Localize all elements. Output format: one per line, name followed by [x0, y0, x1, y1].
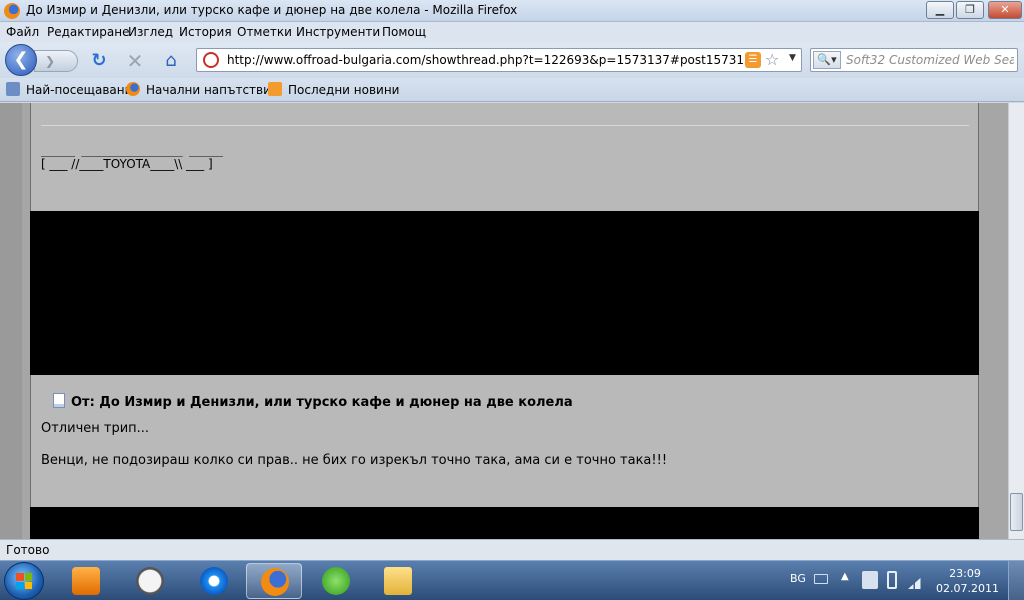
search-engine-selector[interactable]: 🔍▾ — [813, 51, 841, 69]
black-banner-area-lower — [30, 507, 979, 539]
firefox-icon — [261, 568, 289, 596]
clock-app-icon — [136, 567, 164, 595]
bookmark-label: Начални напътствия — [146, 83, 279, 97]
close-button[interactable]: ✕ — [988, 1, 1022, 19]
clock-date: 02.07.2011 — [936, 582, 999, 595]
menu-history[interactable]: История — [179, 25, 232, 39]
taskbar-firefox[interactable] — [246, 563, 302, 599]
clock-time: 23:09 — [949, 567, 981, 580]
home-button[interactable]: ⌂ — [160, 50, 182, 72]
system-clock[interactable]: 23:09 02.07.2011 — [936, 566, 999, 596]
page-content: _____ _______________ _____ [ ___ //____… — [0, 103, 1024, 539]
status-text: Готово — [6, 543, 50, 557]
menu-view[interactable]: Изглед — [128, 25, 173, 39]
page-margin-left — [0, 103, 22, 539]
windows-taskbar: BG ▲ 23:09 02.07.2011 — [0, 560, 1024, 600]
start-button[interactable] — [4, 562, 44, 600]
post-title: От: До Измир и Денизли, или турско кафе … — [53, 393, 573, 410]
language-indicator[interactable]: BG — [790, 572, 806, 585]
rss-feed-icon[interactable]: ☰ — [745, 52, 761, 68]
title-bar: До Измир и Денизли, или турско кафе и дю… — [0, 0, 1024, 22]
bookmark-label: Най-посещавани — [26, 83, 133, 97]
taskbar-explorer[interactable] — [370, 563, 426, 599]
url-history-dropdown[interactable]: ▼ — [789, 53, 796, 63]
taskbar-utorrent[interactable] — [308, 563, 364, 599]
taskbar-internet-explorer[interactable] — [186, 563, 242, 599]
network-signal-icon[interactable] — [908, 573, 926, 589]
taskbar-clock-app[interactable] — [122, 563, 178, 599]
bookmarks-icon — [6, 82, 20, 96]
stop-button[interactable]: ✕ — [124, 50, 146, 72]
windows-logo-icon — [16, 573, 32, 589]
scrollbar-thumb[interactable] — [1010, 493, 1023, 531]
rss-icon — [268, 82, 282, 96]
media-player-icon — [72, 567, 100, 595]
navigation-toolbar: ❯ ❮ ↻ ✕ ⌂ http://www.offroad-bulgaria.co… — [0, 42, 1024, 78]
black-banner-area — [30, 211, 979, 375]
signature-divider — [41, 125, 969, 126]
status-bar: Готово — [0, 539, 1024, 560]
bookmark-latest-headlines[interactable]: Последни новини — [268, 82, 399, 98]
url-bar[interactable]: http://www.offroad-bulgaria.com/showthre… — [196, 48, 802, 72]
post-text-line-1: Отличен трип... — [41, 421, 150, 436]
search-input[interactable]: Soft32 Customized Web Sear — [846, 53, 1014, 67]
explorer-folder-icon — [384, 567, 412, 595]
forward-button[interactable]: ❯ — [34, 50, 78, 72]
bookmark-most-visited[interactable]: Най-посещавани — [6, 82, 132, 98]
bookmark-getting-started[interactable]: Начални напътствия — [126, 82, 278, 98]
menu-bar: Файл Редактиране Изглед История Отметки … — [0, 22, 1024, 42]
signature-line-2: [ ___ //____TOYOTA____\\ ___ ] — [41, 157, 213, 171]
menu-edit[interactable]: Редактиране — [47, 25, 130, 39]
search-bar[interactable]: 🔍▾ Soft32 Customized Web Sear — [810, 48, 1018, 72]
bookmarks-toolbar: Най-посещавани Начални напътствия Послед… — [0, 78, 1024, 102]
bookmark-star-icon[interactable]: ☆ — [765, 50, 779, 69]
firefox-icon — [4, 3, 20, 19]
show-desktop-button[interactable] — [1008, 561, 1024, 600]
show-hidden-icons-icon[interactable]: ▲ — [841, 571, 849, 582]
action-center-icon[interactable] — [862, 571, 878, 589]
menu-bookmarks[interactable]: Отметки — [237, 25, 292, 39]
post-document-icon — [53, 393, 65, 408]
page-margin-right — [980, 103, 1008, 539]
internet-explorer-icon — [200, 567, 228, 595]
window-title: До Измир и Денизли, или турско кафе и дю… — [26, 3, 518, 17]
utorrent-icon — [322, 567, 350, 595]
battery-icon[interactable] — [887, 571, 897, 589]
vertical-scrollbar[interactable] — [1008, 103, 1024, 539]
menu-help[interactable]: Помощ — [382, 25, 426, 39]
site-favicon-icon — [203, 52, 219, 68]
post-title-text: От: До Измир и Денизли, или турско кафе … — [71, 395, 573, 410]
taskbar-media-player[interactable] — [58, 563, 114, 599]
minimize-button[interactable]: ▁ — [926, 1, 954, 19]
post-text-line-2: Венци, не подозираш колко си прав.. не б… — [41, 453, 668, 468]
menu-file[interactable]: Файл — [6, 25, 39, 39]
maximize-button[interactable]: ❐ — [956, 1, 984, 19]
reload-button[interactable]: ↻ — [88, 50, 110, 72]
bookmark-label: Последни новини — [288, 83, 400, 97]
back-button[interactable]: ❮ — [5, 44, 37, 76]
keyboard-icon[interactable] — [814, 574, 828, 584]
signature-line-1: _____ _______________ _____ — [41, 143, 223, 157]
url-text[interactable]: http://www.offroad-bulgaria.com/showthre… — [227, 53, 759, 67]
firefox-icon — [126, 82, 140, 96]
menu-tools[interactable]: Инструменти — [296, 25, 380, 39]
